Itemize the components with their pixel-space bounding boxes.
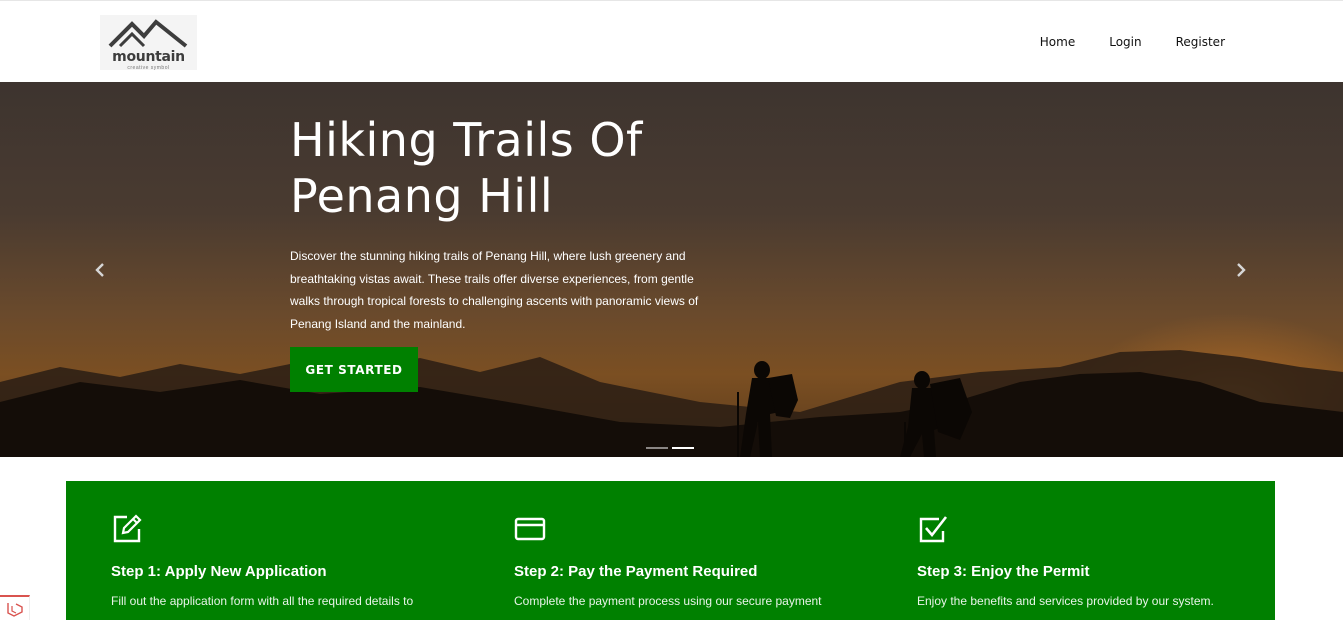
site-logo[interactable]: mountain creative symbol (100, 15, 197, 71)
laravel-icon (7, 603, 23, 617)
nav-register-link[interactable]: Register (1176, 35, 1225, 49)
carousel-indicator-2[interactable] (672, 447, 694, 449)
get-started-button[interactable]: GET STARTED (290, 347, 418, 392)
nav-login-link[interactable]: Login (1109, 35, 1141, 49)
nav-home-link[interactable]: Home (1040, 35, 1075, 49)
carousel-prev-button[interactable] (89, 258, 111, 282)
hero-title: Hiking Trails Of Penang Hill (290, 113, 643, 223)
logo-wordmark: mountain (112, 49, 185, 65)
carousel-indicators (646, 447, 694, 449)
step-3-title: Step 3: Enjoy the Permit (917, 563, 1090, 580)
debug-toolbar-badge[interactable] (0, 595, 30, 620)
step-1-description: Fill out the application form with all t… (111, 594, 414, 608)
main-nav: Home Login Register (1040, 35, 1225, 49)
step-1-title: Step 1: Apply New Application (111, 563, 327, 580)
credit-card-icon (514, 517, 546, 541)
chevron-left-icon (95, 263, 104, 277)
carousel-indicator-1[interactable] (646, 447, 668, 449)
site-header: mountain creative symbol Home Login Regi… (0, 0, 1343, 82)
step-2-description: Complete the payment process using our s… (514, 594, 822, 608)
mountain-logo-icon (108, 19, 188, 48)
step-3-description: Enjoy the benefits and services provided… (917, 594, 1214, 608)
step-2-title: Step 2: Pay the Payment Required (514, 563, 758, 580)
hero-carousel: Hiking Trails Of Penang Hill Discover th… (0, 82, 1343, 457)
logo-tagline: creative symbol (127, 65, 170, 71)
edit-icon (113, 514, 142, 543)
chevron-right-icon (1237, 263, 1246, 277)
hero-description: Discover the stunning hiking trails of P… (290, 249, 699, 331)
check-square-icon (919, 516, 948, 543)
steps-section: Step 1: Apply New Application Fill out t… (66, 481, 1275, 620)
carousel-next-button[interactable] (1230, 258, 1252, 282)
